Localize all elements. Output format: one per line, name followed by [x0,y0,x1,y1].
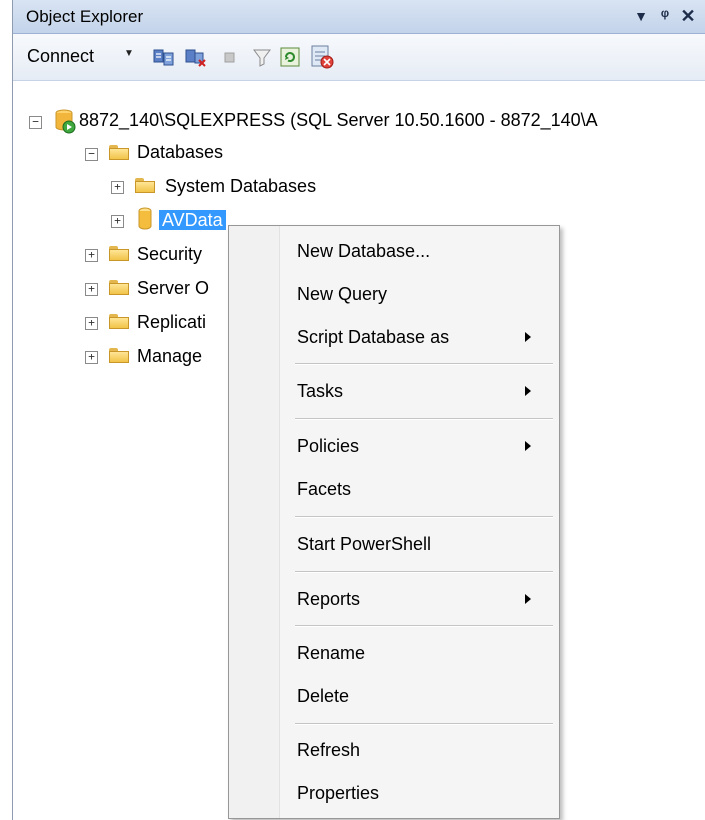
databases-collapse-toggle[interactable]: − [85,148,98,161]
menu-separator [295,625,553,627]
avdata-label-selected[interactable]: AVData [159,210,226,230]
tree-item-server-objects[interactable]: Server O [137,273,209,303]
tree-item-management[interactable]: Manage [137,341,202,371]
server-node-label[interactable]: 8872_140\SQLEXPRESS (SQL Server 10.50.16… [79,105,598,135]
context-menu: New Database... New Query Script Databas… [228,225,560,819]
submenu-arrow-icon [525,594,531,604]
menu-item-delete[interactable]: Delete [297,681,349,711]
menu-separator [295,418,553,420]
menu-item-start-powershell[interactable]: Start PowerShell [297,529,431,559]
folder-icon [109,245,129,261]
menu-item-facets[interactable]: Facets [297,474,351,504]
folder-icon [135,177,155,193]
system-databases-expand-toggle[interactable]: + [111,181,124,194]
menu-separator [295,571,553,573]
folder-icon [109,347,129,363]
server-objects-expand-toggle[interactable]: + [85,283,98,296]
menu-item-new-database[interactable]: New Database... [297,236,430,266]
refresh-icon[interactable] [279,47,301,67]
folder-icon [109,144,129,160]
filter-icon[interactable] [251,47,273,67]
submenu-arrow-icon [525,441,531,451]
menu-item-refresh[interactable]: Refresh [297,735,360,765]
window-position-dropdown-icon[interactable]: ▼ [630,4,652,28]
folder-icon [109,279,129,295]
connect-db-icon[interactable] [153,47,175,67]
database-icon [138,207,152,230]
menu-item-properties[interactable]: Properties [297,778,379,808]
toolbar: Connect ▼ [13,34,705,81]
tree-item-system-databases[interactable]: System Databases [165,171,316,201]
disconnect-db-icon[interactable] [185,47,207,67]
menu-item-script-database-as[interactable]: Script Database as [297,322,449,352]
menu-item-rename[interactable]: Rename [297,638,365,668]
panel-title-bar: Object Explorer ▼ ᵠ ✕ [13,0,705,34]
submenu-arrow-icon [525,332,531,342]
panel-title: Object Explorer [26,7,144,26]
connect-button[interactable]: Connect [27,46,94,67]
management-expand-toggle[interactable]: + [85,351,98,364]
avdata-expand-toggle[interactable]: + [111,215,124,228]
connect-dropdown-icon[interactable]: ▼ [124,48,134,59]
close-icon[interactable]: ✕ [677,4,699,28]
tree-item-replication[interactable]: Replicati [137,307,206,337]
pin-icon[interactable]: ᵠ [654,4,676,28]
server-collapse-toggle[interactable]: − [29,116,42,129]
tree-item-security[interactable]: Security [137,239,202,269]
replication-expand-toggle[interactable]: + [85,317,98,330]
tree-item-databases[interactable]: Databases [137,137,223,167]
security-expand-toggle[interactable]: + [85,249,98,262]
stop-icon[interactable] [219,47,241,67]
menu-separator [295,516,553,518]
submenu-arrow-icon [525,386,531,396]
menu-icon-gutter [229,226,280,818]
folder-icon [109,313,129,329]
tree-item-avdata[interactable]: AVData [159,205,226,235]
menu-separator [295,723,553,725]
menu-item-tasks[interactable]: Tasks [297,376,343,406]
menu-item-policies[interactable]: Policies [297,431,359,461]
menu-item-new-query[interactable]: New Query [297,279,387,309]
menu-item-reports[interactable]: Reports [297,584,360,614]
menu-separator [295,363,553,365]
activity-monitor-icon[interactable] [309,44,335,70]
server-icon [55,109,76,134]
